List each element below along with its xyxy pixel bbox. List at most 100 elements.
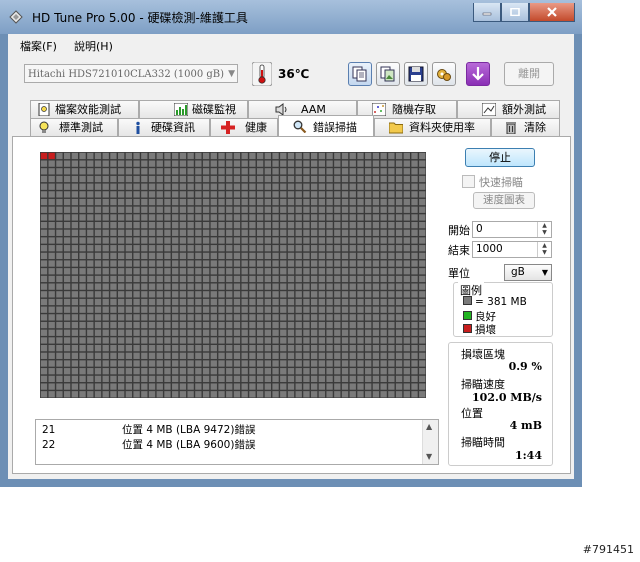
tab-info[interactable]: 硬碟資訊 bbox=[118, 118, 210, 136]
scan-block bbox=[419, 275, 426, 283]
scan-block bbox=[156, 291, 163, 298]
scan-block bbox=[295, 221, 302, 229]
scan-block bbox=[125, 291, 133, 298]
copy-screenshot-icon[interactable] bbox=[376, 62, 400, 86]
scan-block bbox=[233, 391, 241, 398]
scan-block bbox=[403, 383, 410, 390]
scan-block bbox=[56, 375, 63, 383]
close-icon[interactable] bbox=[529, 3, 575, 22]
scan-block bbox=[264, 314, 271, 321]
scan-block bbox=[63, 198, 71, 206]
drive-select[interactable]: Hitachi HDS721010CLA332 (1000 gB) ▼ bbox=[24, 64, 238, 83]
scan-block bbox=[156, 337, 163, 344]
tab-error-scan[interactable]: 錯誤掃描 bbox=[278, 115, 374, 136]
tab-file-benchmark[interactable]: 檔案效能測試 bbox=[30, 100, 139, 118]
scan-block bbox=[218, 260, 225, 267]
scan-block bbox=[195, 237, 202, 244]
save-icon[interactable] bbox=[404, 62, 428, 86]
tab-extra-tests[interactable]: 額外測試 bbox=[457, 100, 560, 118]
scan-block bbox=[94, 168, 102, 175]
scan-block bbox=[372, 229, 380, 236]
title-bar[interactable]: HD Tune Pro 5.00 - 硬碟檢測-維護工具 bbox=[0, 0, 582, 34]
scan-block bbox=[94, 260, 102, 267]
scan-block bbox=[48, 191, 55, 198]
scan-block bbox=[380, 391, 387, 398]
scan-block bbox=[110, 352, 117, 359]
scan-block bbox=[156, 314, 163, 321]
scan-block bbox=[141, 291, 148, 298]
options-icon[interactable] bbox=[432, 62, 456, 86]
spinner-arrows-icon[interactable]: ▲ ▼ bbox=[537, 242, 551, 257]
scan-block bbox=[156, 160, 163, 167]
scan-block bbox=[411, 352, 418, 359]
scan-block bbox=[303, 375, 310, 383]
scan-block bbox=[241, 306, 248, 313]
end-spinner[interactable]: 1000 ▲ ▼ bbox=[472, 241, 552, 258]
scan-block bbox=[256, 183, 264, 190]
tab-folder-usage[interactable]: 資料夾使用率 bbox=[374, 118, 491, 136]
scan-block bbox=[303, 352, 310, 359]
spinner-arrows-icon[interactable]: ▲ ▼ bbox=[537, 222, 551, 237]
tab-erase[interactable]: 清除 bbox=[491, 118, 560, 136]
scan-block bbox=[202, 352, 210, 359]
scan-block bbox=[102, 221, 109, 229]
scan-block bbox=[226, 160, 233, 167]
scan-block bbox=[395, 275, 403, 283]
download-icon[interactable] bbox=[466, 62, 490, 86]
scan-block bbox=[372, 283, 380, 290]
scan-block bbox=[164, 229, 171, 236]
scan-block bbox=[118, 206, 125, 213]
scan-log[interactable]: 21 位置 4 MB (LBA 9472)錯誤 22 位置 4 MB (LBA 96… bbox=[35, 419, 439, 465]
scan-block bbox=[403, 375, 410, 383]
scan-block bbox=[148, 337, 156, 344]
start-spinner[interactable]: 0 ▲ ▼ bbox=[472, 221, 552, 238]
tab-benchmark[interactable]: 標準測試 bbox=[30, 118, 118, 136]
scan-block bbox=[272, 314, 279, 321]
scan-block bbox=[388, 183, 395, 190]
scan-block bbox=[63, 214, 71, 221]
scan-block bbox=[326, 375, 333, 383]
minimize-icon[interactable] bbox=[473, 3, 501, 22]
unit-select[interactable]: gB ▼ bbox=[504, 264, 552, 281]
scan-block bbox=[249, 368, 256, 375]
scan-block bbox=[48, 314, 55, 321]
tab-health[interactable]: 健康 bbox=[210, 118, 278, 136]
scan-block bbox=[87, 260, 94, 267]
quick-scan-checkbox[interactable]: 快速掃瞄 bbox=[462, 174, 523, 190]
scan-block bbox=[380, 175, 387, 183]
exit-button[interactable]: 離開 bbox=[504, 62, 554, 86]
scan-block bbox=[148, 314, 156, 321]
scan-block bbox=[303, 168, 310, 175]
scan-block bbox=[195, 344, 202, 352]
stop-button[interactable]: 停止 bbox=[465, 148, 535, 167]
log-scrollbar[interactable]: ▲ ▼ bbox=[422, 420, 438, 464]
scan-block bbox=[334, 191, 341, 198]
scan-block bbox=[63, 368, 71, 375]
scan-block bbox=[326, 368, 333, 375]
speed-map-button[interactable]: 速度圖表 bbox=[473, 192, 535, 209]
scan-block bbox=[218, 360, 225, 367]
menu-file[interactable]: 檔案(F) bbox=[20, 38, 57, 54]
scan-block bbox=[110, 268, 117, 275]
scan-block bbox=[56, 221, 63, 229]
scan-block bbox=[195, 252, 202, 260]
scroll-down-icon[interactable]: ▼ bbox=[426, 452, 432, 461]
menu-help[interactable]: 說明(H) bbox=[74, 38, 113, 54]
scan-block bbox=[380, 375, 387, 383]
scan-block bbox=[179, 275, 187, 283]
maximize-icon[interactable] bbox=[501, 3, 529, 22]
scan-block bbox=[241, 291, 248, 298]
scan-block bbox=[187, 360, 194, 367]
scroll-up-icon[interactable]: ▲ bbox=[426, 422, 432, 431]
scan-block bbox=[187, 352, 194, 359]
tab-disk-monitor[interactable]: 磁碟監視 bbox=[139, 100, 248, 118]
disk-monitor-icon bbox=[174, 103, 188, 116]
scan-block bbox=[419, 160, 426, 167]
scan-block bbox=[172, 237, 179, 244]
scan-block bbox=[272, 352, 279, 359]
scan-block bbox=[172, 306, 179, 313]
scan-block bbox=[349, 375, 356, 383]
scan-block bbox=[125, 229, 133, 236]
scan-block bbox=[226, 152, 233, 160]
copy-text-icon[interactable] bbox=[348, 62, 372, 86]
